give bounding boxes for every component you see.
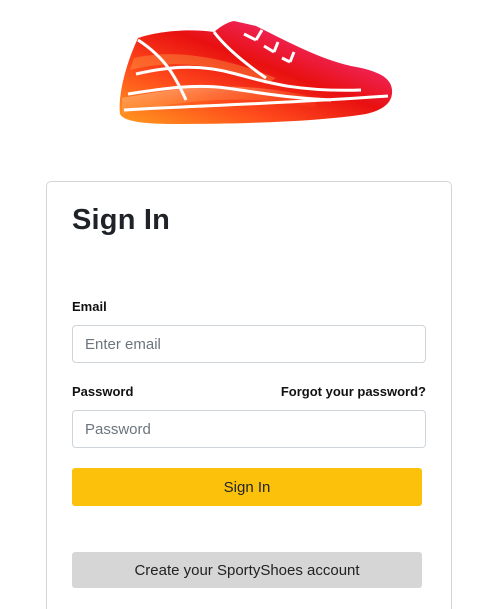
forgot-password-link[interactable]: Forgot your password? xyxy=(281,384,426,399)
sign-in-card: Sign In Email Password Forgot your passw… xyxy=(46,181,452,609)
password-field[interactable] xyxy=(72,410,426,448)
sign-in-button[interactable]: Sign In xyxy=(72,468,422,506)
email-label: Email xyxy=(72,299,107,314)
email-field[interactable] xyxy=(72,325,426,363)
page-title: Sign In xyxy=(72,204,171,236)
sneaker-logo-icon xyxy=(116,18,398,130)
password-label: Password xyxy=(72,384,134,399)
sign-in-page: Sign In Email Password Forgot your passw… xyxy=(0,0,477,609)
create-account-button[interactable]: Create your SportyShoes account xyxy=(72,552,422,588)
